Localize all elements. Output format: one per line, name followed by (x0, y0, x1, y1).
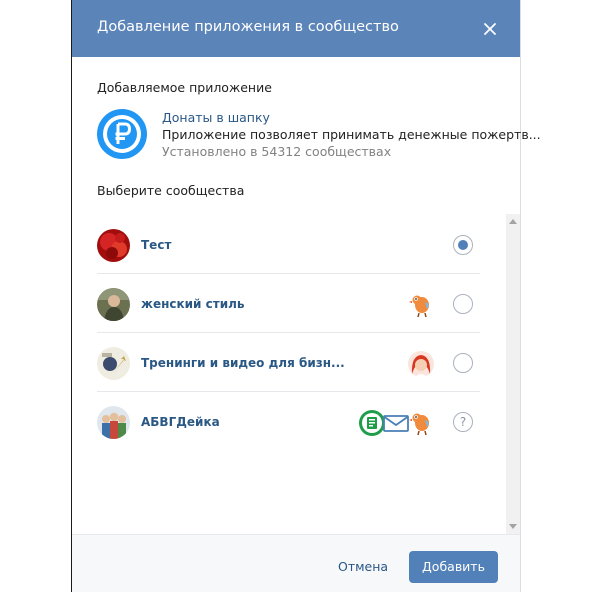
dialog-footer: Отмена Добавить (72, 534, 520, 592)
app-section-label: Добавляемое приложение (97, 80, 272, 95)
community-row[interactable]: женский стиль (97, 275, 480, 333)
dialog-title: Добавление приложения в сообщество (97, 19, 399, 35)
community-radio[interactable] (453, 235, 473, 255)
app-name-link[interactable]: Донаты в шапку (162, 110, 270, 125)
bird-app-icon (407, 409, 435, 437)
dialog-header: Добавление приложения в сообщество (72, 0, 520, 57)
community-name: женский стиль (141, 297, 245, 311)
community-row[interactable]: АБВГДейка ? (97, 393, 480, 451)
page-background-left (0, 0, 72, 592)
cancel-button[interactable]: Отмена (338, 559, 388, 574)
ruble-icon (96, 108, 148, 160)
row-divider (97, 273, 480, 274)
community-avatar (97, 347, 130, 380)
girl-avatar-app-icon (407, 350, 435, 378)
community-name: Тест (141, 238, 172, 252)
row-divider (97, 391, 480, 392)
community-row[interactable]: Тренинги и видео для бизн... (97, 334, 480, 392)
add-app-dialog: Добавление приложения в сообщество Добав… (72, 0, 541, 592)
community-radio[interactable] (453, 294, 473, 314)
communities-list: Тест женский стиль Тренинги и видео для … (72, 214, 520, 534)
community-avatar (97, 229, 130, 262)
page-background-right (520, 0, 591, 592)
list-scrollbar[interactable] (506, 214, 520, 534)
row-divider (97, 332, 480, 333)
app-install-count: Установлено в 54312 сообществах (162, 144, 392, 159)
communities-section-label: Выберите сообщества (97, 183, 245, 198)
close-icon[interactable] (477, 16, 503, 42)
community-name: АБВГДейка (141, 415, 220, 429)
community-avatar (97, 288, 130, 321)
add-button[interactable]: Добавить (409, 551, 498, 583)
envelope-icon (382, 409, 410, 437)
community-name: Тренинги и видео для бизн... (141, 356, 345, 370)
question-icon[interactable]: ? (453, 412, 473, 432)
app-description: Приложение позволяет принимать денежные … (162, 127, 541, 142)
community-avatar (97, 406, 130, 439)
community-radio[interactable] (453, 353, 473, 373)
bird-app-icon (407, 291, 435, 319)
community-row[interactable]: Тест (97, 216, 480, 274)
scroll-down-icon[interactable] (509, 524, 517, 529)
scroll-up-icon[interactable] (509, 219, 517, 224)
